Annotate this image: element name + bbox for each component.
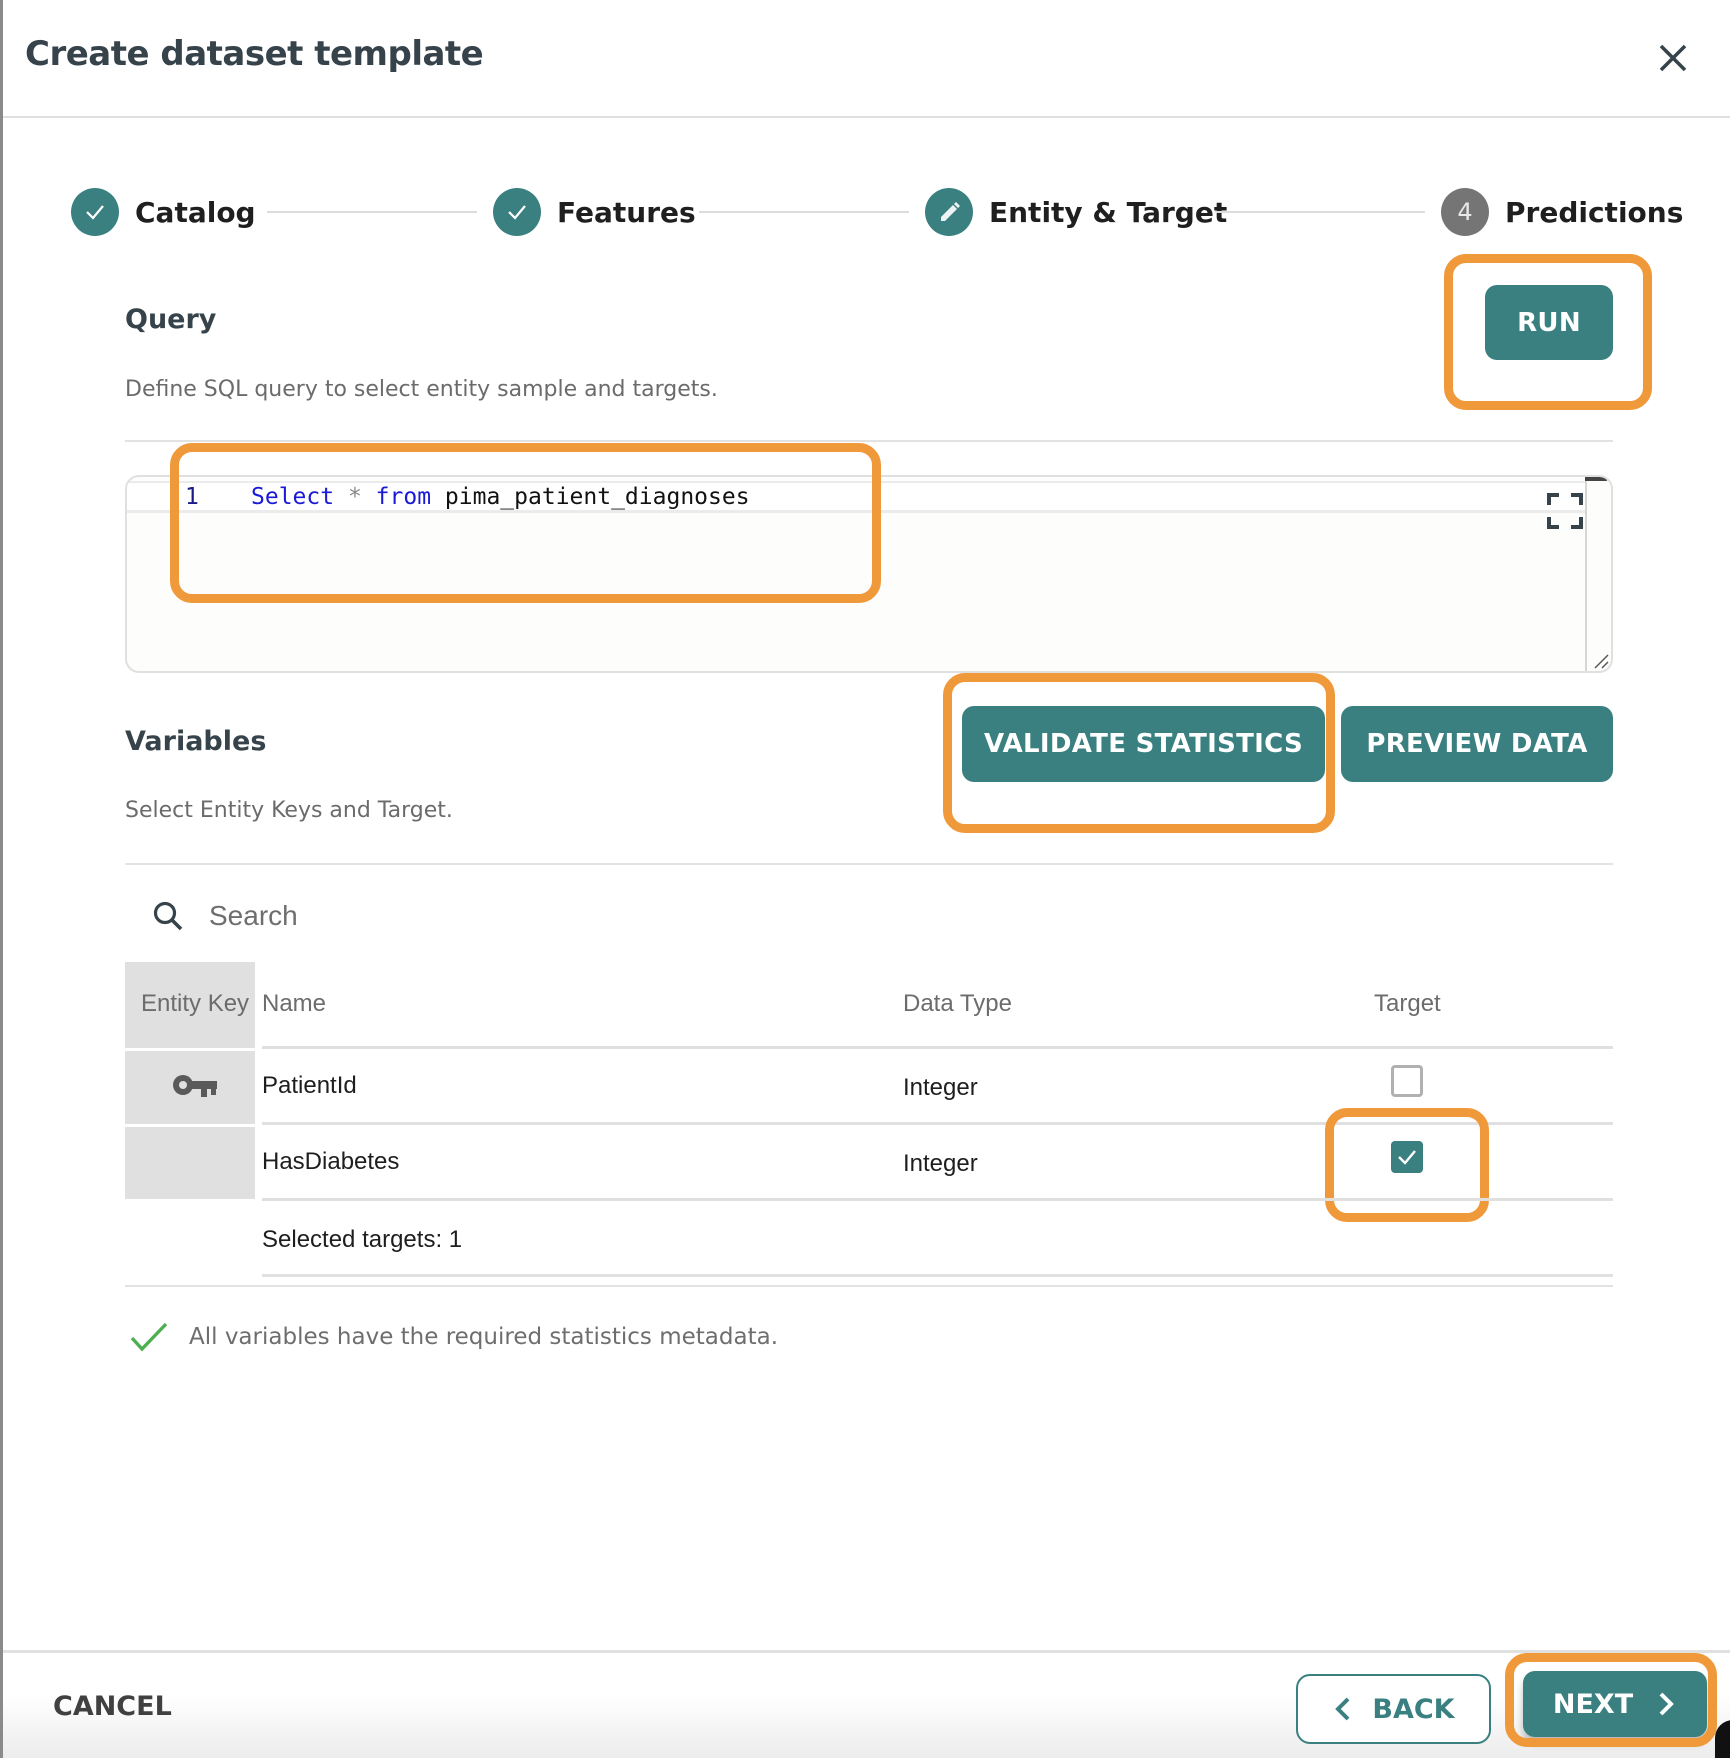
sql-table-name: pima_patient_diagnoses [444, 484, 750, 510]
divider [125, 863, 1613, 865]
step-connector [267, 211, 477, 213]
row-divider [262, 1198, 1613, 1201]
check-icon [493, 188, 541, 236]
fullscreen-button[interactable] [1547, 493, 1583, 529]
dialog-header: Create dataset template [3, 0, 1730, 118]
variables-title: Variables [125, 726, 267, 757]
divider [125, 440, 1613, 442]
search-input[interactable] [209, 900, 709, 932]
step-label: Entity & Target [989, 195, 1228, 229]
variables-subtitle: Select Entity Keys and Target. [125, 798, 453, 823]
variables-search[interactable] [143, 888, 743, 944]
step-features[interactable]: Features [493, 186, 696, 238]
variable-name: HasDiabetes [262, 1148, 400, 1175]
check-icon [71, 188, 119, 236]
chevron-right-icon [1659, 1692, 1674, 1716]
back-button[interactable]: BACK [1296, 1674, 1491, 1744]
step-catalog[interactable]: Catalog [71, 186, 256, 238]
row-divider [262, 1046, 1613, 1049]
line-number: 1 [185, 484, 199, 510]
col-header-data-type[interactable]: Data Type [903, 990, 1012, 1018]
sql-editor[interactable]: 1 Select * from pima_patient_diagnoses [125, 475, 1613, 673]
target-checkbox-checked[interactable] [1391, 1141, 1423, 1173]
query-subtitle: Define SQL query to select entity sample… [125, 377, 718, 402]
resize-handle-icon[interactable] [1593, 653, 1609, 669]
next-label: NEXT [1552, 1688, 1634, 1720]
step-predictions[interactable]: 4 Predictions [1441, 186, 1683, 238]
step-connector [1215, 211, 1425, 213]
target-checkbox[interactable] [1391, 1065, 1423, 1097]
col-header-target: Target [1374, 990, 1441, 1017]
validation-status: All variables have the required statisti… [129, 1320, 778, 1354]
step-label: Catalog [135, 195, 256, 229]
dialog-title: Create dataset template [25, 34, 484, 74]
close-icon [1659, 44, 1687, 72]
divider [125, 1285, 1613, 1287]
pencil-icon [925, 188, 973, 236]
chevron-left-icon [1335, 1697, 1350, 1721]
back-label: BACK [1372, 1693, 1455, 1725]
sql-operator: * [347, 484, 362, 510]
close-button[interactable] [1651, 36, 1695, 80]
col-header-entity-key: Entity Key [141, 990, 250, 1017]
create-dataset-template-dialog: Create dataset template Catalog Features [0, 0, 1730, 1758]
step-label: Features [557, 195, 696, 229]
query-title: Query [125, 304, 217, 335]
success-check-icon [130, 1322, 168, 1352]
preview-data-button[interactable]: PREVIEW DATA [1341, 706, 1613, 782]
row-divider [262, 1274, 1613, 1277]
sql-keyword: Select [251, 484, 335, 510]
key-icon [173, 1075, 217, 1097]
step-label: Predictions [1505, 195, 1684, 229]
row-divider [262, 1122, 1613, 1125]
next-button[interactable]: NEXT [1523, 1671, 1707, 1737]
variable-data-type: Integer [903, 1074, 978, 1101]
sql-keyword: from [375, 484, 432, 510]
validation-message: All variables have the required statisti… [189, 1324, 779, 1350]
sql-code[interactable]: Select * from pima_patient_diagnoses [251, 481, 750, 513]
col-header-name[interactable]: Name [262, 990, 326, 1018]
step-connector [699, 211, 909, 213]
variable-name: PatientId [262, 1072, 357, 1099]
wizard-stepper: Catalog Features Entity & Target 4 Predi… [71, 186, 1683, 238]
editor-scrollbar-thumb[interactable] [1585, 477, 1607, 481]
validate-statistics-button[interactable]: VALIDATE STATISTICS [962, 706, 1325, 782]
dialog-footer: CANCEL BACK NEXT [3, 1650, 1730, 1758]
editor-scrollbar[interactable] [1585, 477, 1587, 671]
run-button[interactable]: RUN [1485, 285, 1613, 360]
variable-data-type: Integer [903, 1150, 978, 1177]
selected-targets-count: Selected targets: 1 [262, 1226, 463, 1253]
cancel-button[interactable]: CANCEL [53, 1691, 172, 1722]
fullscreen-icon [1547, 493, 1583, 529]
entity-key-cell[interactable] [125, 1127, 255, 1199]
step-entity-target[interactable]: Entity & Target [925, 186, 1227, 238]
check-icon [1398, 1150, 1416, 1165]
search-icon [153, 901, 183, 931]
step-number-badge: 4 [1441, 188, 1489, 236]
